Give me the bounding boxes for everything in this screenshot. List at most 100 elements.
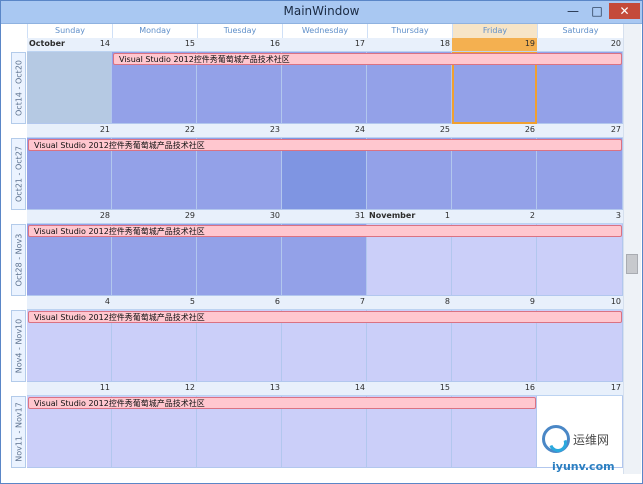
- day-number: 8: [444, 297, 450, 306]
- day-number: 9: [529, 297, 535, 306]
- week-label-text: Oct14 - Oct20: [14, 60, 23, 116]
- main-window: MainWindow — □ ✕ Sunday Monday Tuesday Wedn…: [0, 0, 643, 484]
- week-row: Oct14 - Oct20 October 14 15 16 17 18 19 20 Visual…: [11, 38, 623, 124]
- day-number-bar[interactable]: 5: [112, 296, 197, 310]
- day-number: 15: [184, 39, 195, 48]
- day-header-sunday: Sunday: [27, 24, 112, 38]
- appointment-event[interactable]: Visual Studio 2012控件秀葡萄城产品技术社区: [28, 397, 536, 409]
- scroll-thumb[interactable]: [626, 254, 638, 274]
- week-row: Oct28 - Nov3 28 29 30 31 November 1 2 3 Visual St…: [11, 210, 623, 296]
- day-number: 13: [269, 383, 280, 392]
- day-number: 25: [439, 125, 450, 134]
- day-number-bar[interactable]: 18: [367, 38, 452, 52]
- day-number-bar[interactable]: 15: [367, 382, 452, 396]
- day-number-bar[interactable]: 17: [282, 38, 367, 52]
- week-label: Oct21 - Oct27: [11, 138, 26, 210]
- day-number-bar[interactable]: 26: [452, 124, 537, 138]
- day-number: 5: [189, 297, 195, 306]
- day-number-bar[interactable]: 30: [197, 210, 282, 224]
- day-number-bar[interactable]: 20: [537, 38, 623, 52]
- day-number-bar[interactable]: 28: [27, 210, 112, 224]
- day-number: 10: [610, 297, 621, 306]
- appointment-event[interactable]: Visual Studio 2012控件秀葡萄城产品技术社区: [28, 139, 622, 151]
- week-label-text: Oct28 - Nov3: [14, 233, 23, 287]
- appointment-text: Visual Studio 2012控件秀葡萄城产品技术社区: [34, 399, 205, 408]
- day-number-bar[interactable]: 3: [537, 210, 623, 224]
- day-number-bar[interactable]: 17: [537, 382, 623, 396]
- day-number: 21: [99, 125, 110, 134]
- day-number: 14: [354, 383, 365, 392]
- day-number: 18: [439, 39, 450, 48]
- day-number-bar[interactable]: 2: [452, 210, 537, 224]
- day-number: 16: [524, 383, 535, 392]
- day-header-saturday: Saturday: [537, 24, 623, 38]
- appointment-text: Visual Studio 2012控件秀葡萄城产品技术社区: [34, 227, 205, 236]
- day-number-bar[interactable]: 24: [282, 124, 367, 138]
- day-number-bar[interactable]: 7: [282, 296, 367, 310]
- day-number-bar[interactable]: 10: [537, 296, 623, 310]
- day-number: 2: [529, 211, 535, 220]
- day-number-bar[interactable]: 23: [197, 124, 282, 138]
- day-number-bar[interactable]: 21: [27, 124, 112, 138]
- day-header-thursday: Thursday: [367, 24, 452, 38]
- day-number: 19: [524, 39, 535, 48]
- day-number-bar[interactable]: 8: [367, 296, 452, 310]
- vertical-scrollbar[interactable]: [623, 24, 641, 474]
- day-number: 1: [444, 211, 450, 220]
- day-number: 24: [354, 125, 365, 134]
- week-label-text: Nov4 - Nov10: [14, 318, 23, 374]
- day-number: 11: [99, 383, 110, 392]
- watermark-logo-icon: [542, 425, 570, 453]
- watermark: 运维网 iyunv.com: [542, 425, 630, 475]
- week-row: Nov4 - Nov10 4 5 6 7 8 9 10 Visual Studio 2012控件…: [11, 296, 623, 382]
- day-number-bar[interactable]: 13: [197, 382, 282, 396]
- close-button[interactable]: ✕: [609, 3, 640, 19]
- window-title: MainWindow: [283, 4, 360, 18]
- day-number-bar[interactable]: October 14: [27, 38, 112, 52]
- appointment-event[interactable]: Visual Studio 2012控件秀葡萄城产品技术社区: [28, 225, 622, 237]
- day-number-bar[interactable]: 25: [367, 124, 452, 138]
- day-number: 26: [524, 125, 535, 134]
- day-cell[interactable]: [27, 52, 112, 124]
- day-number-bar[interactable]: 27: [537, 124, 623, 138]
- day-number: 22: [184, 125, 195, 134]
- day-number: 20: [610, 39, 621, 48]
- day-number: 31: [354, 211, 365, 220]
- month-label: October: [29, 39, 65, 48]
- appointment-event[interactable]: Visual Studio 2012控件秀葡萄城产品技术社区: [113, 53, 622, 65]
- day-number-bar[interactable]: 29: [112, 210, 197, 224]
- maximize-button[interactable]: □: [585, 3, 609, 19]
- day-number: 15: [439, 383, 450, 392]
- day-number-bar[interactable]: 19: [452, 38, 537, 52]
- month-label: November: [369, 211, 416, 220]
- day-number-bar[interactable]: 6: [197, 296, 282, 310]
- title-bar[interactable]: MainWindow — □ ✕: [1, 1, 642, 24]
- day-header-wednesday: Wednesday: [282, 24, 367, 38]
- week-label: Nov11 - Nov17: [11, 396, 26, 468]
- day-number: 6: [274, 297, 280, 306]
- day-number: 12: [184, 383, 195, 392]
- day-number: 30: [269, 211, 280, 220]
- day-header-monday: Monday: [112, 24, 197, 38]
- week-label-text: Nov11 - Nov17: [14, 402, 23, 462]
- day-number-bar[interactable]: November 1: [367, 210, 452, 224]
- day-number-bar[interactable]: 31: [282, 210, 367, 224]
- watermark-site: iyunv.com: [552, 460, 615, 473]
- day-number-bar[interactable]: 4: [27, 296, 112, 310]
- day-number: 17: [610, 383, 621, 392]
- appointment-text: Visual Studio 2012控件秀葡萄城产品技术社区: [34, 141, 205, 150]
- day-number: 7: [359, 297, 365, 306]
- minimize-button[interactable]: —: [561, 3, 585, 19]
- day-number: 27: [610, 125, 621, 134]
- day-number-bar[interactable]: 15: [112, 38, 197, 52]
- day-number-bar[interactable]: 14: [282, 382, 367, 396]
- day-number-bar[interactable]: 9: [452, 296, 537, 310]
- appointment-text: Visual Studio 2012控件秀葡萄城产品技术社区: [119, 55, 290, 64]
- appointment-event[interactable]: Visual Studio 2012控件秀葡萄城产品技术社区: [28, 311, 622, 323]
- day-number-bar[interactable]: 12: [112, 382, 197, 396]
- day-number-bar[interactable]: 16: [452, 382, 537, 396]
- day-number-bar[interactable]: 16: [197, 38, 282, 52]
- week-label: Nov4 - Nov10: [11, 310, 26, 382]
- day-number-bar[interactable]: 11: [27, 382, 112, 396]
- day-number-bar[interactable]: 22: [112, 124, 197, 138]
